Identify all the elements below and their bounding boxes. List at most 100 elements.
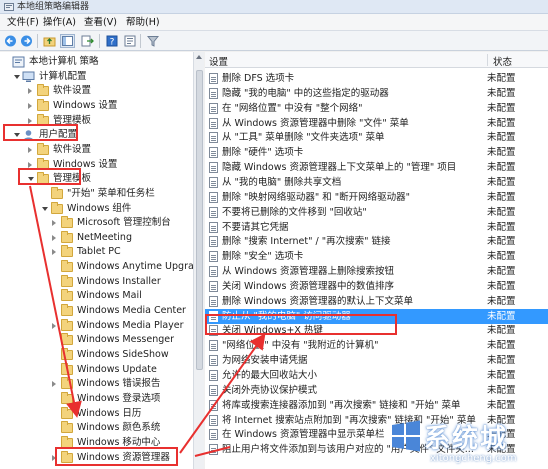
policy-state: 未配置	[487, 295, 516, 307]
policy-name: 删除 "硬件" 选项卡	[222, 147, 304, 159]
policy-row[interactable]: 从 "我的电脑" 删除共享文档 未配置	[205, 175, 548, 190]
tree-item-label: Microsoft 管理控制台	[77, 217, 171, 229]
forward-arrow-icon[interactable]	[19, 34, 34, 48]
collapsed-arrow-icon[interactable]	[28, 117, 32, 124]
expanded-arrow-icon[interactable]	[42, 206, 48, 211]
policy-name: 将库或搜索连接器添加到 "再次搜索" 链接和 "开始" 菜单	[222, 399, 461, 411]
column-state[interactable]: 状态	[493, 54, 512, 68]
policy-row[interactable]: 隐藏 Windows 资源管理器上下文菜单上的 "管理" 项目 未配置	[205, 160, 548, 175]
policy-setting-icon	[209, 236, 218, 248]
tree-item[interactable]: 计算机配置	[0, 70, 193, 84]
tree-item[interactable]: Windows Anytime Upgrade	[0, 260, 196, 274]
policy-row[interactable]: "网络位置" 中没有 "我附近的计算机" 未配置	[205, 338, 548, 353]
export-list-icon[interactable]	[80, 34, 95, 48]
collapsed-arrow-icon[interactable]	[52, 249, 56, 256]
menu-bar: 文件(F) 操作(A) 查看(V) 帮助(H)	[0, 14, 548, 31]
policy-row[interactable]: 删除 Windows 资源管理器的默认上下文菜单 未配置	[205, 294, 548, 309]
policy-name: 不要请其它凭据	[222, 221, 289, 233]
tree-item[interactable]: Windows 登录选项	[0, 391, 193, 406]
policy-row[interactable]: 为网络安装申请凭据 未配置	[205, 353, 548, 368]
tree-item[interactable]: Windows 组件	[0, 201, 193, 216]
tree-item[interactable]: Windows Update	[0, 362, 193, 377]
tree-item[interactable]: Windows SideShow	[0, 348, 193, 362]
policy-row[interactable]: 删除 "映射网络驱动器" 和 "断开网络驱动器" 未配置	[205, 190, 548, 205]
policy-row[interactable]: 不要将已删除的文件移到 "回收站" 未配置	[205, 205, 548, 220]
tree-item-label: Windows 组件	[67, 202, 132, 214]
collapsed-arrow-icon[interactable]	[52, 220, 56, 227]
up-folder-icon[interactable]	[42, 34, 57, 48]
computer-icon	[22, 71, 35, 82]
policy-row[interactable]: 删除 DFS 选项卡 未配置	[205, 71, 548, 86]
policy-row[interactable]: 从 Windows 资源管理器中删除 "文件" 菜单 未配置	[205, 116, 548, 131]
properties-icon[interactable]	[122, 34, 137, 48]
tree-item-label: Windows Installer	[77, 275, 161, 287]
folder-icon	[61, 260, 73, 273]
folder-icon	[61, 391, 73, 404]
policy-state: 未配置	[487, 162, 516, 174]
tree-item[interactable]: Windows Messenger	[0, 333, 193, 347]
menu-file[interactable]: 文件(F)	[4, 16, 42, 29]
collapsed-arrow-icon[interactable]	[28, 161, 32, 168]
tree-item[interactable]: NetMeeting	[0, 230, 193, 245]
scrollbar-thumb[interactable]	[196, 70, 203, 370]
collapsed-arrow-icon[interactable]	[28, 146, 32, 153]
policy-row[interactable]: 从 "工具" 菜单删除 "文件夹选项" 菜单 未配置	[205, 130, 548, 145]
menu-help[interactable]: 帮助(H)	[123, 16, 163, 29]
tree-item[interactable]: Microsoft 管理控制台	[0, 216, 193, 230]
expanded-arrow-icon[interactable]	[14, 74, 20, 79]
column-setting[interactable]: 设置	[209, 54, 228, 68]
tree-item[interactable]: Windows Mail	[0, 289, 193, 303]
policy-row[interactable]: 不要请其它凭据 未配置	[205, 220, 548, 235]
tree-item[interactable]: Windows Media Player	[0, 318, 193, 333]
policy-name: 在 Windows 资源管理器中显示菜单栏	[222, 429, 385, 441]
back-arrow-icon[interactable]	[3, 34, 18, 48]
list-column-header: 设置 状态	[205, 52, 548, 68]
policy-name: 隐藏 "我的电脑" 中的这些指定的驱动器	[222, 87, 389, 99]
collapsed-arrow-icon[interactable]	[28, 102, 32, 109]
tree-item[interactable]: Windows 日历	[0, 406, 193, 421]
collapsed-arrow-icon[interactable]	[52, 234, 56, 241]
policy-row[interactable]: 在 "网络位置" 中没有 "整个网络" 未配置	[205, 101, 548, 116]
tree-item-label: 本地计算机 策略	[29, 56, 99, 67]
policy-row[interactable]: 删除 "硬件" 选项卡 未配置	[205, 145, 548, 160]
scroll-up-arrow-icon[interactable]	[196, 55, 202, 59]
policy-state: 未配置	[487, 236, 516, 248]
tree-item[interactable]: Windows Installer	[0, 274, 193, 289]
tree-item[interactable]: Windows 设置	[0, 98, 193, 113]
show-hide-tree-icon[interactable]	[60, 34, 75, 48]
policy-setting-icon	[209, 266, 218, 278]
tree-item[interactable]: 软件设置	[0, 142, 193, 157]
policy-row[interactable]: 隐藏 "我的电脑" 中的这些指定的驱动器 未配置	[205, 86, 548, 101]
tree-pane[interactable]: 本地计算机 策略 计算机配置 软件设置 Windows 设置 管理模板 用户配置 软件设置 W…	[0, 52, 197, 469]
collapsed-arrow-icon[interactable]	[52, 381, 56, 388]
menu-view[interactable]: 查看(V)	[81, 16, 120, 29]
tree-item-label: Windows 日历	[77, 407, 142, 419]
tree-scrollbar[interactable]	[193, 52, 204, 469]
tree-item[interactable]: Windows 错误报告	[0, 377, 193, 391]
policy-row[interactable]: 从 Windows 资源管理器上删除搜索按钮 未配置	[205, 264, 548, 279]
tree-item[interactable]: 软件设置	[0, 84, 193, 98]
policy-row[interactable]: 删除 "安全" 选项卡 未配置	[205, 249, 548, 264]
tree-item[interactable]: Windows Media Center	[0, 304, 193, 318]
policy-row[interactable]: 关闭 Windows 资源管理器中的数值排序 未配置	[205, 279, 548, 294]
policy-setting-icon	[209, 147, 218, 159]
help-icon[interactable]: ?	[104, 34, 119, 48]
collapsed-arrow-icon[interactable]	[52, 322, 56, 329]
tree-item[interactable]: 本地计算机 策略	[0, 55, 193, 69]
filter-icon[interactable]	[145, 34, 160, 48]
policy-row[interactable]: 将库或搜索连接器添加到 "再次搜索" 链接和 "开始" 菜单 未配置	[205, 398, 548, 413]
policy-row[interactable]: 允许的最大回收站大小 未配置	[205, 368, 548, 383]
tree-item[interactable]: Windows 颜色系统	[0, 421, 193, 435]
policy-setting-icon	[209, 340, 218, 352]
tree-item-label: Windows 登录选项	[77, 392, 161, 404]
policy-row[interactable]: 删除 "搜索 Internet" / "再次搜索" 链接 未配置	[205, 234, 548, 249]
policy-name: 从 Windows 资源管理器上删除搜索按钮	[222, 266, 394, 278]
menu-action[interactable]: 操作(A)	[40, 16, 79, 29]
tree-item[interactable]: Tablet PC	[0, 245, 193, 259]
folder-icon	[37, 142, 49, 155]
collapsed-arrow-icon[interactable]	[28, 88, 32, 95]
policy-row[interactable]: 关闭外壳协议保护模式 未配置	[205, 383, 548, 398]
policy-state: 未配置	[487, 370, 516, 381]
tree-item-label: Windows Messenger	[77, 334, 175, 346]
tree-item[interactable]: "开始" 菜单和任务栏	[0, 186, 193, 201]
